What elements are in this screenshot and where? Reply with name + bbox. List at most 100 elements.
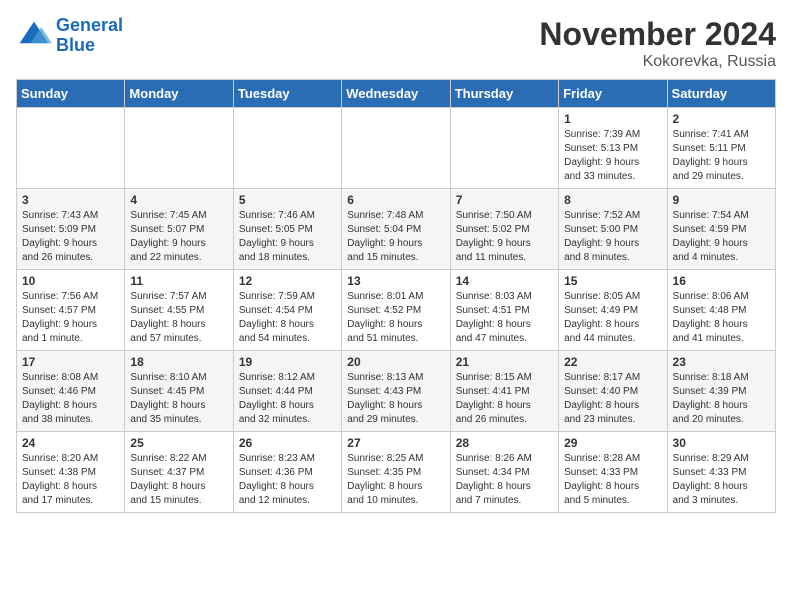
day-cell: 11Sunrise: 7:57 AM Sunset: 4:55 PM Dayli… bbox=[125, 270, 233, 351]
day-number: 10 bbox=[22, 274, 119, 288]
day-info: Sunrise: 7:41 AM Sunset: 5:11 PM Dayligh… bbox=[673, 128, 770, 184]
day-number: 16 bbox=[673, 274, 770, 288]
logo-line1: General bbox=[56, 15, 123, 35]
day-number: 29 bbox=[564, 436, 661, 450]
day-info: Sunrise: 8:10 AM Sunset: 4:45 PM Dayligh… bbox=[130, 371, 227, 427]
location: Kokorevka, Russia bbox=[539, 53, 776, 71]
day-number: 20 bbox=[347, 355, 444, 369]
week-row-1: 1 Sunrise: 7:39 AM Sunset: 5:13 PM Daylig… bbox=[17, 108, 776, 189]
day-info: Sunrise: 7:54 AM Sunset: 4:59 PM Dayligh… bbox=[673, 209, 770, 265]
day-info: Sunrise: 8:28 AM Sunset: 4:33 PM Dayligh… bbox=[564, 452, 661, 508]
day-info: Sunrise: 8:23 AM Sunset: 4:36 PM Dayligh… bbox=[239, 452, 336, 508]
day-number: 3 bbox=[22, 193, 119, 207]
day-cell bbox=[125, 108, 233, 189]
day-cell bbox=[450, 108, 558, 189]
day-cell bbox=[342, 108, 450, 189]
week-row-5: 24Sunrise: 8:20 AM Sunset: 4:38 PM Dayli… bbox=[17, 432, 776, 513]
day-number: 26 bbox=[239, 436, 336, 450]
day-info: Sunrise: 8:26 AM Sunset: 4:34 PM Dayligh… bbox=[456, 452, 553, 508]
day-cell: 18 Sunrise: 8:10 AM Sunset: 4:45 PM Dayli… bbox=[125, 351, 233, 432]
day-info: Sunrise: 8:06 AM Sunset: 4:48 PM Dayligh… bbox=[673, 290, 770, 346]
day-number: 25 bbox=[130, 436, 227, 450]
day-cell bbox=[233, 108, 341, 189]
day-cell: 25 Sunrise: 8:22 AM Sunset: 4:37 PM Dayli… bbox=[125, 432, 233, 513]
day-number: 1 bbox=[564, 112, 661, 126]
weekday-header-thursday: Thursday bbox=[450, 80, 558, 108]
day-number: 17 bbox=[22, 355, 119, 369]
day-info: Sunrise: 7:56 AM Sunset: 4:57 PM Dayligh… bbox=[22, 290, 119, 346]
day-number: 7 bbox=[456, 193, 553, 207]
day-number: 27 bbox=[347, 436, 444, 450]
day-cell: 1 Sunrise: 7:39 AM Sunset: 5:13 PM Daylig… bbox=[559, 108, 667, 189]
weekday-header-saturday: Saturday bbox=[667, 80, 775, 108]
day-cell: 10 Sunrise: 7:56 AM Sunset: 4:57 PM Dayli… bbox=[17, 270, 125, 351]
day-cell: 24Sunrise: 8:20 AM Sunset: 4:38 PM Dayli… bbox=[17, 432, 125, 513]
day-info: Sunrise: 8:05 AM Sunset: 4:49 PM Dayligh… bbox=[564, 290, 661, 346]
day-cell: 6 Sunrise: 7:48 AM Sunset: 5:04 PM Daylig… bbox=[342, 189, 450, 270]
day-number: 6 bbox=[347, 193, 444, 207]
day-cell: 13Sunrise: 8:01 AM Sunset: 4:52 PM Dayli… bbox=[342, 270, 450, 351]
weekday-header-tuesday: Tuesday bbox=[233, 80, 341, 108]
day-info: Sunrise: 8:18 AM Sunset: 4:39 PM Dayligh… bbox=[673, 371, 770, 427]
day-cell: 22 Sunrise: 8:17 AM Sunset: 4:40 PM Dayli… bbox=[559, 351, 667, 432]
day-info: Sunrise: 8:22 AM Sunset: 4:37 PM Dayligh… bbox=[130, 452, 227, 508]
day-number: 22 bbox=[564, 355, 661, 369]
day-cell: 8Sunrise: 7:52 AM Sunset: 5:00 PM Daylig… bbox=[559, 189, 667, 270]
day-info: Sunrise: 7:39 AM Sunset: 5:13 PM Dayligh… bbox=[564, 128, 661, 184]
week-row-3: 10 Sunrise: 7:56 AM Sunset: 4:57 PM Dayli… bbox=[17, 270, 776, 351]
day-info: Sunrise: 7:50 AM Sunset: 5:02 PM Dayligh… bbox=[456, 209, 553, 265]
day-cell: 9 Sunrise: 7:54 AM Sunset: 4:59 PM Daylig… bbox=[667, 189, 775, 270]
day-number: 12 bbox=[239, 274, 336, 288]
day-number: 15 bbox=[564, 274, 661, 288]
day-info: Sunrise: 7:46 AM Sunset: 5:05 PM Dayligh… bbox=[239, 209, 336, 265]
day-info: Sunrise: 7:43 AM Sunset: 5:09 PM Dayligh… bbox=[22, 209, 119, 265]
day-info: Sunrise: 7:48 AM Sunset: 5:04 PM Dayligh… bbox=[347, 209, 444, 265]
day-number: 5 bbox=[239, 193, 336, 207]
day-cell: 19Sunrise: 8:12 AM Sunset: 4:44 PM Dayli… bbox=[233, 351, 341, 432]
day-info: Sunrise: 8:15 AM Sunset: 4:41 PM Dayligh… bbox=[456, 371, 553, 427]
day-info: Sunrise: 8:13 AM Sunset: 4:43 PM Dayligh… bbox=[347, 371, 444, 427]
day-info: Sunrise: 8:03 AM Sunset: 4:51 PM Dayligh… bbox=[456, 290, 553, 346]
day-cell: 17 Sunrise: 8:08 AM Sunset: 4:46 PM Dayli… bbox=[17, 351, 125, 432]
day-cell: 30Sunrise: 8:29 AM Sunset: 4:33 PM Dayli… bbox=[667, 432, 775, 513]
day-cell: 4 Sunrise: 7:45 AM Sunset: 5:07 PM Daylig… bbox=[125, 189, 233, 270]
day-number: 14 bbox=[456, 274, 553, 288]
day-number: 18 bbox=[130, 355, 227, 369]
day-info: Sunrise: 7:45 AM Sunset: 5:07 PM Dayligh… bbox=[130, 209, 227, 265]
weekday-header-wednesday: Wednesday bbox=[342, 80, 450, 108]
day-info: Sunrise: 7:59 AM Sunset: 4:54 PM Dayligh… bbox=[239, 290, 336, 346]
day-number: 2 bbox=[673, 112, 770, 126]
day-info: Sunrise: 8:20 AM Sunset: 4:38 PM Dayligh… bbox=[22, 452, 119, 508]
day-cell: 23 Sunrise: 8:18 AM Sunset: 4:39 PM Dayli… bbox=[667, 351, 775, 432]
day-info: Sunrise: 8:29 AM Sunset: 4:33 PM Dayligh… bbox=[673, 452, 770, 508]
day-number: 21 bbox=[456, 355, 553, 369]
day-cell: 28Sunrise: 8:26 AM Sunset: 4:34 PM Dayli… bbox=[450, 432, 558, 513]
calendar-table: SundayMondayTuesdayWednesdayThursdayFrid… bbox=[16, 79, 776, 513]
day-number: 4 bbox=[130, 193, 227, 207]
day-cell: 12 Sunrise: 7:59 AM Sunset: 4:54 PM Dayli… bbox=[233, 270, 341, 351]
day-cell: 29 Sunrise: 8:28 AM Sunset: 4:33 PM Dayli… bbox=[559, 432, 667, 513]
day-cell: 14 Sunrise: 8:03 AM Sunset: 4:51 PM Dayli… bbox=[450, 270, 558, 351]
day-cell: 27 Sunrise: 8:25 AM Sunset: 4:35 PM Dayli… bbox=[342, 432, 450, 513]
logo-line2: Blue bbox=[56, 35, 95, 55]
day-cell: 3 Sunrise: 7:43 AM Sunset: 5:09 PM Daylig… bbox=[17, 189, 125, 270]
day-cell: 16 Sunrise: 8:06 AM Sunset: 4:48 PM Dayli… bbox=[667, 270, 775, 351]
day-info: Sunrise: 8:17 AM Sunset: 4:40 PM Dayligh… bbox=[564, 371, 661, 427]
day-info: Sunrise: 8:25 AM Sunset: 4:35 PM Dayligh… bbox=[347, 452, 444, 508]
weekday-header-friday: Friday bbox=[559, 80, 667, 108]
week-row-2: 3 Sunrise: 7:43 AM Sunset: 5:09 PM Daylig… bbox=[17, 189, 776, 270]
day-info: Sunrise: 8:08 AM Sunset: 4:46 PM Dayligh… bbox=[22, 371, 119, 427]
day-number: 23 bbox=[673, 355, 770, 369]
day-cell: 21 Sunrise: 8:15 AM Sunset: 4:41 PM Dayli… bbox=[450, 351, 558, 432]
day-cell: 20 Sunrise: 8:13 AM Sunset: 4:43 PM Dayli… bbox=[342, 351, 450, 432]
day-number: 11 bbox=[130, 274, 227, 288]
day-cell: 2 Sunrise: 7:41 AM Sunset: 5:11 PM Daylig… bbox=[667, 108, 775, 189]
day-number: 9 bbox=[673, 193, 770, 207]
logo-text: General Blue bbox=[56, 16, 123, 56]
title-block: November 2024 Kokorevka, Russia bbox=[539, 16, 776, 71]
logo: General Blue bbox=[16, 16, 123, 56]
weekday-header-row: SundayMondayTuesdayWednesdayThursdayFrid… bbox=[17, 80, 776, 108]
weekday-header-monday: Monday bbox=[125, 80, 233, 108]
page-header: General Blue November 2024 Kokorevka, Ru… bbox=[16, 16, 776, 71]
day-cell: 5 Sunrise: 7:46 AM Sunset: 5:05 PM Daylig… bbox=[233, 189, 341, 270]
